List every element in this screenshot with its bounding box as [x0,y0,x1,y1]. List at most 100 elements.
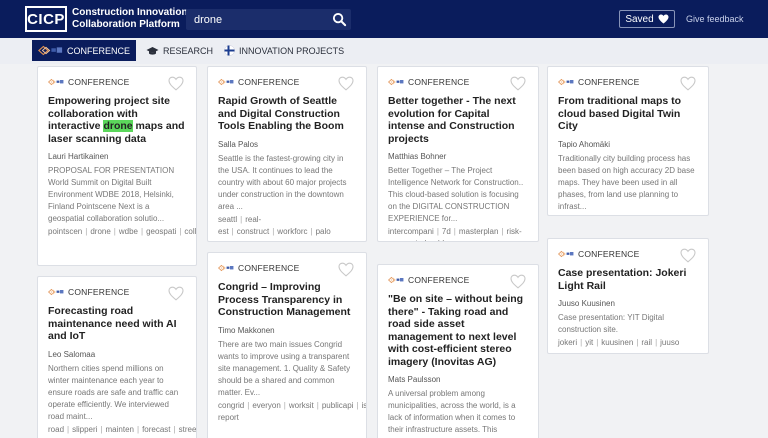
tag-separator: | [272,226,275,236]
tag-separator: | [310,226,313,236]
logo-line-2: Collaboration Platform [72,19,180,30]
tag-link[interactable]: palo [316,227,331,236]
card-header: CONFERENCE [48,285,186,299]
tag-link[interactable]: cloud-bas [421,239,456,241]
favorite-heart-icon[interactable] [680,76,696,91]
favorite-heart-icon[interactable] [338,262,354,277]
card-title[interactable]: Empowering project site collaboration wi… [48,95,186,145]
card-tags: intercompani|7d|masterplan|risk-manag|cl… [388,226,528,241]
category-tabs: CONFERENCE RESEARCH INNOVATION PROJECTS [0,38,768,64]
result-card[interactable]: CONFERENCE From traditional maps to clou… [547,66,709,216]
tag-link[interactable]: masterplan [459,227,499,236]
tag-link[interactable]: kuusinen [601,338,633,347]
tab-conference-label: CONFERENCE [66,45,130,56]
tag-link[interactable]: forecast [142,425,170,434]
tab-conference[interactable]: CONFERENCE [32,40,136,61]
tag-link[interactable]: street [179,425,196,434]
tag-link[interactable]: parcel [644,215,666,216]
favorite-heart-icon[interactable] [168,286,184,301]
favorite-heart-icon[interactable] [510,76,526,91]
tab-research[interactable]: RESEARCH [140,40,219,61]
card-title[interactable]: Forecasting road maintenance need with A… [48,305,186,343]
tag-link[interactable]: colleagu [184,227,196,236]
tag-link[interactable]: construct [237,227,269,236]
card-author: Salla Palos [218,139,259,149]
favorite-heart-icon[interactable] [680,248,696,263]
tag-link[interactable]: mainten [106,425,134,434]
tag-link[interactable]: workforc [277,227,307,236]
card-title[interactable]: From traditional maps to cloud based Dig… [558,95,698,133]
tab-innovation-projects[interactable]: INNOVATION PROJECTS [218,40,350,61]
card-author: Juuso Kuusinen [558,299,615,308]
tag-separator: | [453,227,456,236]
tag-link[interactable]: drone [90,227,110,236]
tag-separator: | [415,239,417,241]
card-header: CONFERENCE [388,273,528,287]
conference-icon [218,264,234,272]
tag-link[interactable]: geospati [146,227,176,236]
card-title[interactable]: Rapid Growth of Seattle and Digital Cons… [218,95,356,133]
result-card[interactable]: CONFERENCE "Be on site – without being t… [377,264,539,438]
top-header: CICP Construction Innovation Collaborati… [0,0,768,38]
tag-separator: | [571,215,573,216]
tag-link[interactable]: slipperi [72,425,97,434]
tag-link[interactable]: congrid [218,401,244,410]
tag-link[interactable]: publicapi [322,401,354,410]
tag-link[interactable]: rail [641,338,652,347]
tag-link[interactable]: gis [626,215,636,216]
tag-separator: | [636,338,639,347]
tag-link[interactable]: everyon [252,401,280,410]
tag-link[interactable]: 7d [442,227,451,236]
tag-separator: | [141,227,144,236]
card-title[interactable]: Better together - The next evolution for… [388,95,528,145]
give-feedback-link[interactable]: Give feedback [686,14,744,24]
cicp-logo[interactable]: CICP Construction Innovation Collaborati… [25,6,188,32]
tag-link[interactable]: jokeri [558,338,577,347]
card-tags: congrid|everyon|worksit|publicapi|issue-… [218,400,366,424]
card-author: Tapio Ahomäki [558,139,611,149]
tag-separator: | [283,400,286,410]
saved-button[interactable]: Saved [619,10,675,28]
card-category: CONFERENCE [578,249,640,259]
card-category: CONFERENCE [68,77,130,87]
tag-link[interactable]: trimbl [576,215,596,216]
tag-link[interactable]: seattl [218,215,237,224]
tag-link[interactable]: juuso [660,338,679,347]
tag-link[interactable]: citi [558,215,568,216]
tag-separator: | [113,227,116,236]
favorite-heart-icon[interactable] [338,76,354,91]
card-header: CONFERENCE [218,261,356,275]
heart-icon [658,14,669,24]
tag-separator: | [67,424,70,434]
tag-link[interactable]: intercompani [388,227,434,236]
tag-link[interactable]: pointscen [48,227,82,236]
card-category: CONFERENCE [68,287,130,297]
tag-link[interactable]: wdbe [119,227,138,236]
graduation-cap-icon [146,46,159,55]
result-card[interactable]: CONFERENCE Empowering project site colla… [37,66,197,266]
tag-link[interactable]: worksit [289,401,314,410]
result-card[interactable]: CONFERENCE Better together - The next ev… [377,66,539,242]
result-card[interactable]: CONFERENCE Forecasting road maintenance … [37,276,197,438]
finland-flag-icon [224,45,235,56]
card-title[interactable]: Case presentation: Jokeri Light Rail [558,267,698,292]
tag-link[interactable]: road [48,425,64,434]
result-card[interactable]: CONFERENCE Congrid – Improving Process T… [207,252,367,438]
result-card[interactable]: CONFERENCE Rapid Growth of Seattle and D… [207,66,367,242]
tag-link[interactable]: yit [585,338,593,347]
favorite-heart-icon[interactable] [168,76,184,91]
search-icon[interactable] [332,12,347,27]
result-card[interactable]: CONFERENCE Case presentation: Jokeri Lig… [547,238,709,354]
search-highlight: drone [103,120,133,132]
card-author: Timo Makkonen [218,325,275,335]
conference-icon [388,276,404,284]
card-title[interactable]: "Be on site – without being there" - Tak… [388,293,528,368]
saved-label: Saved [625,13,654,25]
tag-link[interactable]: twin [604,215,618,216]
card-title[interactable]: Congrid – Improving Process Transparency… [218,281,356,319]
card-tags: citi|trimbl|twin|gis|parcel [558,214,698,216]
search-input[interactable] [186,13,326,26]
card-tags: jokeri | yit | kuusinen | rail | juuso [558,337,698,349]
card-tags: pointscen|drone|wdbe|geospati|colleagu [48,226,196,238]
favorite-heart-icon[interactable] [510,274,526,289]
